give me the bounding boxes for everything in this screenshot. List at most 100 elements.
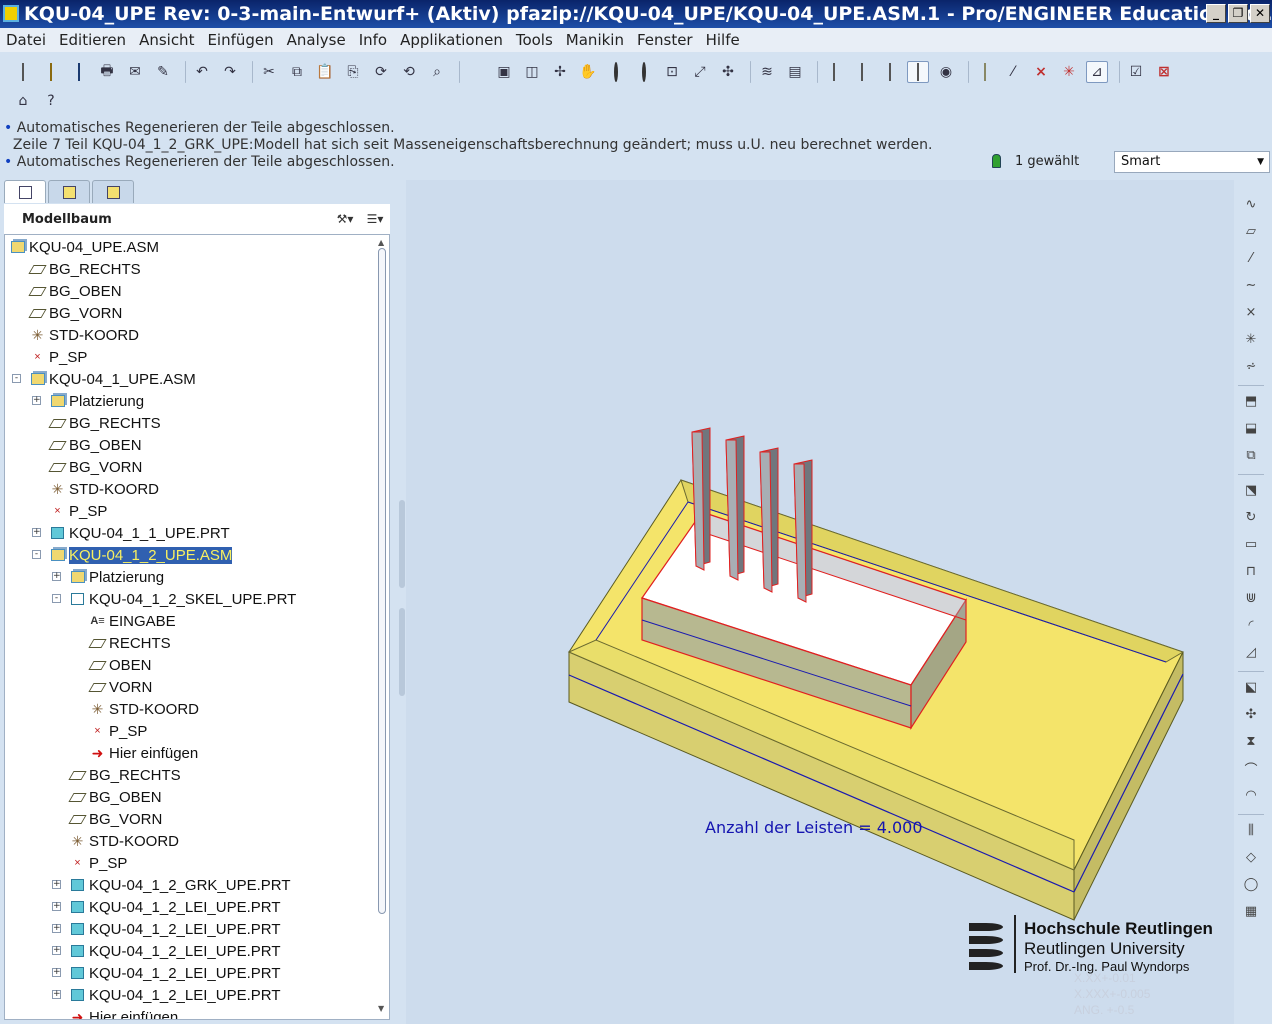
tree-node[interactable]: KQU-04_1_2_LEI_UPE.PRT xyxy=(69,940,281,962)
datum-plane-tool-button[interactable]: ▱ xyxy=(1240,221,1262,241)
tree-node[interactable]: × P_SP xyxy=(29,346,87,368)
model-display-button[interactable]: ◉ xyxy=(935,61,957,83)
tree-expander-plus-icon[interactable]: + xyxy=(52,880,61,889)
shading-button[interactable] xyxy=(907,61,929,83)
refit-button[interactable]: ⊡ xyxy=(661,61,683,83)
pattern-button[interactable]: ✣ xyxy=(1240,704,1262,724)
view-manager-button[interactable]: ▤ xyxy=(784,61,806,83)
tree-node[interactable]: ✳ STD-KOORD xyxy=(29,324,139,346)
tree-node[interactable]: ✳ STD-KOORD xyxy=(89,698,199,720)
tree-node[interactable]: ➜ Hier einfügen xyxy=(69,1006,179,1020)
save-button[interactable] xyxy=(68,61,90,83)
tree-node[interactable]: KQU-04_1_2_LEI_UPE.PRT xyxy=(69,984,281,1006)
tree-node[interactable]: KQU-04_1_2_LEI_UPE.PRT xyxy=(69,918,281,940)
tree-expander-minus-icon[interactable]: - xyxy=(12,374,21,383)
tab-favorites[interactable] xyxy=(92,180,134,203)
menu-item-datei[interactable]: Datei xyxy=(0,31,53,49)
tree-node[interactable]: KQU-04_1_1_UPE.PRT xyxy=(49,522,230,544)
tree-node[interactable]: KQU-04_1_2_GRK_UPE.PRT xyxy=(69,874,290,896)
tree-node[interactable]: BG_OBEN xyxy=(48,434,142,456)
minimize-button[interactable]: _ xyxy=(1206,4,1226,23)
tree-expander-plus-icon[interactable]: + xyxy=(52,924,61,933)
new-file-button[interactable] xyxy=(12,61,34,83)
mirror-button[interactable]: ⧗ xyxy=(1240,731,1262,751)
hidden-line-button[interactable] xyxy=(851,61,873,83)
restore-button[interactable]: ❐ xyxy=(1228,4,1248,23)
datum-csys-button[interactable]: ✳ xyxy=(1240,329,1262,349)
insert-component-button[interactable]: ⬒ xyxy=(1240,391,1262,411)
tree-expander-plus-icon[interactable]: + xyxy=(52,946,61,955)
tree-node[interactable]: × P_SP xyxy=(89,720,147,742)
datum-curve-button[interactable]: ∼ xyxy=(1240,275,1262,295)
blend-button[interactable]: ⋓ xyxy=(1240,588,1262,608)
tree-node[interactable]: × P_SP xyxy=(49,500,107,522)
tree-expander-plus-icon[interactable]: + xyxy=(52,902,61,911)
redo-button[interactable]: ↷ xyxy=(219,61,241,83)
hole-button[interactable]: ◯ xyxy=(1240,874,1262,894)
tree-expander-minus-icon[interactable]: - xyxy=(32,550,41,559)
menu-item-tools[interactable]: Tools xyxy=(510,31,560,49)
menu-item-analyse[interactable]: Analyse xyxy=(281,31,353,49)
zoom-out-button[interactable] xyxy=(633,61,655,83)
sketch-tool-button[interactable]: ∿ xyxy=(1240,194,1262,214)
sketch-view-button[interactable]: ◫ xyxy=(521,61,543,83)
open-folder-button[interactable] xyxy=(40,61,62,83)
extrude-button[interactable]: ⬔ xyxy=(1240,480,1262,500)
verify-button[interactable]: ☑ xyxy=(1125,61,1147,83)
tree-node[interactable]: × P_SP xyxy=(69,852,127,874)
tree-expander-plus-icon[interactable]: + xyxy=(32,528,41,537)
assembly-3d-model[interactable] xyxy=(406,180,1234,1024)
regen-manager-button[interactable]: ⟲ xyxy=(398,61,420,83)
tree-node[interactable]: BG_VORN xyxy=(28,302,122,324)
rib-button[interactable]: ⫼ xyxy=(1240,820,1262,840)
round-button[interactable]: ◜ xyxy=(1240,615,1262,635)
find-button[interactable]: ⌕ xyxy=(426,61,448,83)
layers-button[interactable]: ✢ xyxy=(549,61,571,83)
menu-item-fenster[interactable]: Fenster xyxy=(631,31,700,49)
graphics-window[interactable]: Anzahl der Leisten = 4.000 Hochschule Re… xyxy=(406,180,1234,1024)
edit-button[interactable]: ✎ xyxy=(152,61,174,83)
panel-splitter[interactable] xyxy=(398,500,406,700)
tree-expander-plus-icon[interactable]: + xyxy=(52,572,61,581)
tree-node[interactable]: ✳ STD-KOORD xyxy=(69,830,179,852)
assembly-component-button[interactable]: ⬓ xyxy=(1240,418,1262,438)
menu-item-info[interactable]: Info xyxy=(353,31,394,49)
tree-node[interactable]: ➜ Hier einfügen xyxy=(89,742,199,764)
reorient-button[interactable]: ⤢ xyxy=(689,61,711,83)
tree-node[interactable]: OBEN xyxy=(88,654,152,676)
tree-node[interactable]: BG_VORN xyxy=(48,456,142,478)
scroll-down-icon[interactable]: ▼ xyxy=(378,1004,384,1013)
component-operations-button[interactable]: ⧉ xyxy=(1240,445,1262,465)
tree-display-button[interactable]: ☰▾ xyxy=(360,209,390,229)
selection-filter-select[interactable]: Smart ▼ xyxy=(1114,151,1270,173)
tree-node[interactable]: BG_RECHTS xyxy=(48,412,161,434)
calc-button[interactable]: ▦ xyxy=(1240,901,1262,921)
tree-node[interactable]: VORN xyxy=(88,676,152,698)
tree-node[interactable]: BG_VORN xyxy=(68,808,162,830)
shell-button[interactable]: ⬕ xyxy=(1240,677,1262,697)
scroll-up-icon[interactable]: ▲ xyxy=(378,238,384,247)
spin-center-button[interactable]: ✣ xyxy=(717,61,739,83)
tree-expander-plus-icon[interactable]: + xyxy=(32,396,41,405)
paste-button[interactable]: 📋 xyxy=(314,61,336,83)
tree-node[interactable]: BG_OBEN xyxy=(28,280,122,302)
tree-node[interactable]: A≡ EINGABE xyxy=(89,610,175,632)
zoom-in-button[interactable] xyxy=(605,61,627,83)
menu-item-applikationen[interactable]: Applikationen xyxy=(394,31,510,49)
datum-axes-button[interactable]: ⁄ xyxy=(1002,61,1024,83)
close-button[interactable]: ✕ xyxy=(1250,4,1270,23)
analysis-feature-button[interactable]: ⩫ xyxy=(1240,356,1262,376)
tab-model-tree[interactable] xyxy=(4,180,46,203)
menu-item-hilfe[interactable]: Hilfe xyxy=(700,31,747,49)
tree-node[interactable]: BG_OBEN xyxy=(68,786,162,808)
warp-button[interactable]: ⌒ xyxy=(1240,758,1262,778)
create-part-button[interactable]: ▭ xyxy=(1240,534,1262,554)
help-button[interactable]: ? xyxy=(40,90,62,112)
datum-point-button[interactable]: × xyxy=(1240,302,1262,322)
menu-item-einfügen[interactable]: Einfügen xyxy=(201,31,280,49)
tree-node[interactable]: ✳ STD-KOORD xyxy=(49,478,159,500)
copy-button[interactable]: ⧉ xyxy=(286,61,308,83)
tree-node[interactable]: KQU-04_1_2_LEI_UPE.PRT xyxy=(69,962,281,984)
send-button[interactable]: ✉ xyxy=(124,61,146,83)
undo-button[interactable]: ↶ xyxy=(191,61,213,83)
